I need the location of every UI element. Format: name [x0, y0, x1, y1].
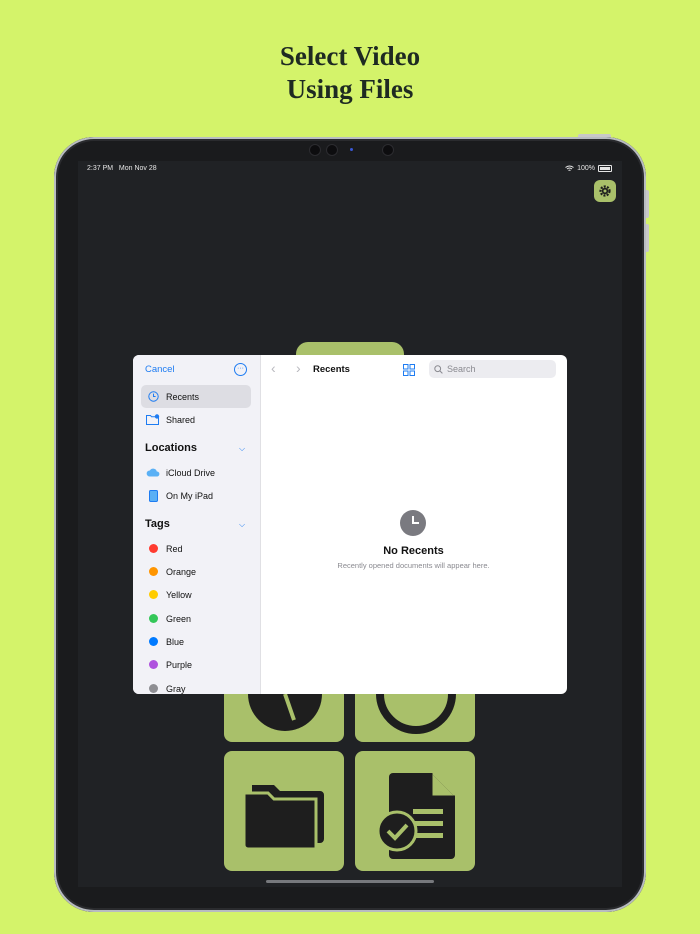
sidebar-item-shared[interactable]: Shared [141, 408, 251, 431]
tag-label: Gray [166, 683, 186, 694]
sidebar-item-recents[interactable]: Recents [141, 385, 251, 408]
camera-icon [326, 144, 338, 156]
document-check-icon [376, 773, 455, 859]
empty-state-subtitle: Recently opened documents will appear he… [337, 561, 490, 570]
forward-button[interactable]: › [296, 360, 301, 376]
search-input[interactable]: Search [429, 360, 556, 378]
tag-label: Purple [166, 659, 193, 670]
tag-dot-icon [148, 660, 158, 669]
tag-label: Yellow [166, 589, 192, 600]
tag-dot-icon [148, 637, 158, 646]
tag-dot-icon [148, 567, 158, 576]
cancel-button[interactable]: Cancel [145, 364, 175, 375]
tag-purple[interactable]: Purple [141, 653, 251, 676]
headline-line-2: Using Files [286, 74, 414, 104]
sidebar-item-label: iCloud Drive [166, 467, 216, 478]
sensor-icon [309, 144, 321, 156]
wifi-icon [565, 165, 574, 171]
tag-green[interactable]: Green [141, 607, 251, 630]
locations-header: Locations [145, 442, 197, 454]
status-time: 2:37 PM Mon Nov 28 [87, 165, 157, 172]
back-button[interactable]: ‹ [271, 360, 276, 376]
ipad-icon [146, 489, 160, 502]
folder-icon [242, 785, 324, 851]
date-text: Mon Nov 28 [118, 165, 157, 172]
file-picker-main: ‹ › Recents Search No Recents Recently o… [260, 355, 567, 694]
chevron-down-icon[interactable]: ⌵ [239, 444, 245, 454]
tag-blue[interactable]: Blue [141, 630, 251, 653]
chevron-down-icon[interactable]: ⌵ [239, 520, 245, 530]
tag-yellow[interactable]: Yellow [141, 583, 251, 606]
battery-icon [598, 165, 612, 172]
status-right: 100% [565, 165, 612, 172]
tag-label: Blue [166, 636, 185, 647]
tag-orange[interactable]: Orange [141, 560, 251, 583]
sidebar-item-label: Shared [166, 414, 196, 425]
tag-dot-icon [148, 590, 158, 599]
file-picker-sidebar: Cancel ··· Recents Shared Locations ⌵ iC… [133, 355, 261, 694]
more-options-button[interactable]: ··· [234, 363, 247, 376]
tag-dot-icon [148, 544, 158, 553]
headline: Select Video Using Files [0, 40, 700, 106]
files-tile[interactable] [224, 751, 344, 871]
sidebar-item-label: On My iPad [166, 490, 214, 501]
clock-icon [400, 510, 426, 536]
tag-dot-icon [148, 684, 158, 693]
camera-indicator-icon [350, 148, 353, 151]
gear-icon [599, 185, 611, 197]
view-mode-button[interactable] [403, 363, 415, 376]
grid-icon [403, 364, 415, 376]
clock-icon [146, 391, 160, 402]
tag-label: Green [166, 613, 192, 624]
tag-gray[interactable]: Gray [141, 677, 251, 694]
search-icon [434, 364, 443, 374]
sidebar-item-icloud-drive[interactable]: iCloud Drive [141, 461, 251, 484]
tag-dot-icon [148, 614, 158, 623]
document-check-tile[interactable] [355, 751, 475, 871]
cloud-icon [146, 468, 160, 477]
page-title: Recents [313, 364, 350, 375]
tag-red[interactable]: Red [141, 537, 251, 560]
sidebar-item-on-my-ipad[interactable]: On My iPad [141, 484, 251, 507]
headline-line-1: Select Video [279, 41, 421, 71]
time-text: 2:37 PM [87, 165, 114, 172]
empty-state-title: No Recents [383, 545, 444, 557]
tag-label: Orange [166, 566, 197, 577]
file-picker: Cancel ··· Recents Shared Locations ⌵ iC… [133, 355, 567, 694]
battery-text: 100% [577, 165, 595, 172]
shared-folder-icon [146, 414, 160, 425]
search-placeholder: Search [447, 364, 476, 374]
tags-header: Tags [145, 518, 170, 530]
tag-label: Red [166, 543, 183, 554]
home-indicator[interactable] [266, 880, 434, 883]
settings-button[interactable] [594, 180, 616, 202]
sensor-icon [382, 144, 394, 156]
sidebar-item-label: Recents [166, 391, 200, 402]
